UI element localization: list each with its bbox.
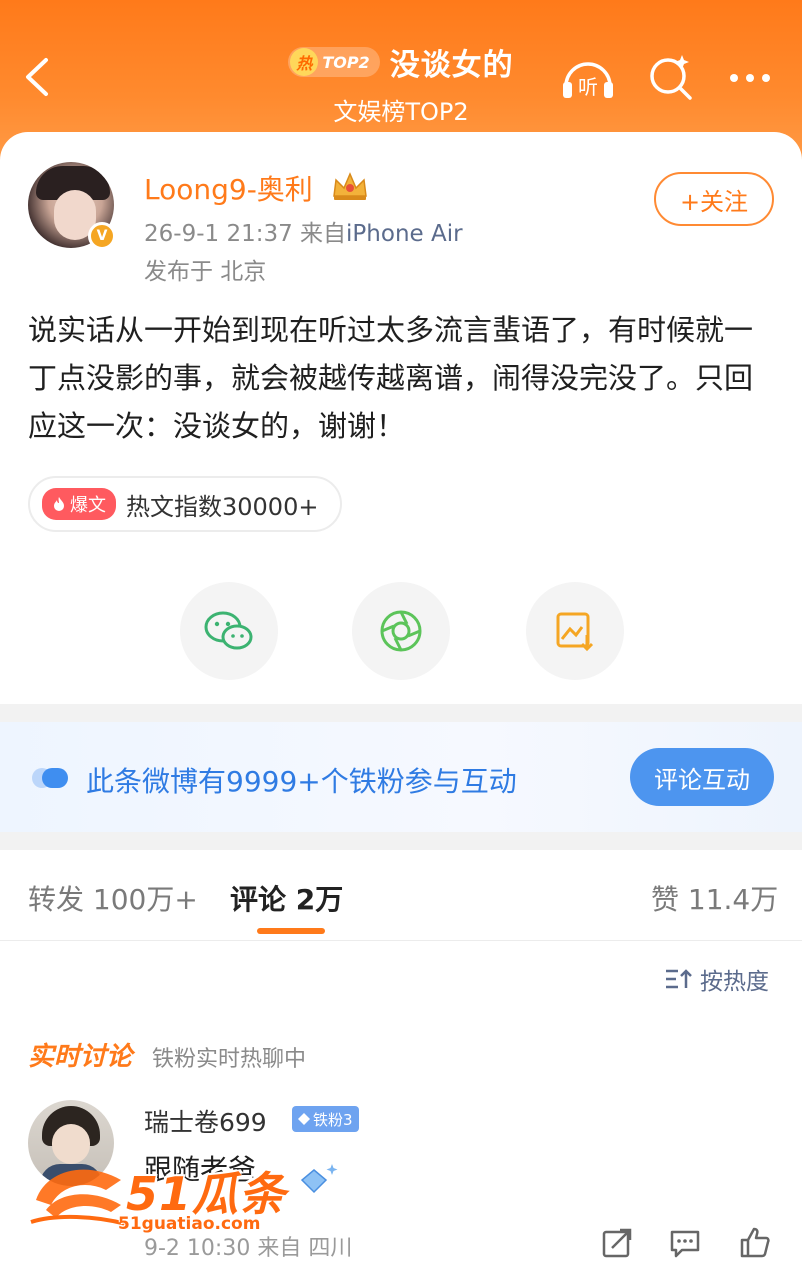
page-title: 没谈女的	[389, 48, 514, 83]
section-divider	[0, 704, 802, 722]
comment-interact-button[interactable]: 评论互动	[630, 748, 774, 806]
share-moments-button[interactable]	[352, 582, 450, 680]
tab-divider	[0, 940, 802, 941]
share-wechat-button[interactable]	[180, 582, 278, 680]
post-source[interactable]: iPhone Air	[346, 221, 463, 247]
save-image-icon	[556, 612, 594, 652]
section-divider	[0, 832, 802, 850]
post-body: 说实话从一开始到现在听过太多流言蜚语了，有时候就一丁点没影的事，就会被越传越离谱…	[28, 313, 754, 443]
fan-level-badge: 铁粉3	[292, 1106, 359, 1132]
save-image-button[interactable]	[526, 582, 624, 680]
hot-article-badge: 爆文	[42, 488, 116, 520]
fans-banner-text: 此条微博有9999+个铁粉参与互动	[86, 765, 517, 798]
post-location: 发布于 北京	[144, 259, 267, 285]
content-card	[0, 132, 802, 172]
crown-icon	[333, 172, 367, 200]
more-icon[interactable]	[722, 50, 782, 106]
like-icon[interactable]	[738, 1226, 772, 1260]
moments-icon	[380, 610, 422, 652]
hot-article-tag[interactable]: 爆文 热文指数30000+	[28, 476, 343, 532]
wechat-icon	[204, 611, 253, 650]
repost-icon[interactable]	[600, 1226, 634, 1260]
reply-icon[interactable]	[668, 1226, 702, 1260]
sort-by-heat-button[interactable]: 按热度	[664, 962, 769, 996]
watermark-url: 51guatiao.com	[118, 1214, 261, 1234]
commenter-name[interactable]: 瑞士卷699	[144, 1103, 267, 1139]
hot-icon: 热	[290, 48, 319, 76]
diamond-icon	[298, 1113, 310, 1125]
svg-text:听: 听	[578, 75, 598, 99]
tab-repost[interactable]: 转发 100万+	[28, 878, 198, 918]
tab-comment[interactable]: 评论 2万	[230, 878, 343, 918]
post-meta: 26-9-1 21:37 来自iPhone Air	[144, 221, 463, 247]
fans-pill-icon	[32, 768, 68, 788]
author-name[interactable]: Loong9-奥利	[144, 168, 313, 208]
fans-interaction-banner[interactable]: 此条微博有9999+个铁粉参与互动 评论互动	[0, 722, 802, 832]
flame-icon	[54, 497, 64, 511]
hot-rank-badge: 热 TOP2	[288, 47, 380, 77]
realtime-discussion-subtitle: 铁粉实时热聊中	[152, 1047, 307, 1072]
search-icon[interactable]	[640, 50, 700, 106]
follow-button[interactable]: +关注	[654, 172, 774, 226]
tab-like[interactable]: 赞 11.4万	[651, 878, 778, 918]
verified-badge: V	[88, 222, 116, 250]
sort-icon	[666, 969, 692, 989]
realtime-discussion-title: 实时讨论	[28, 1042, 133, 1072]
active-tab-indicator	[257, 928, 325, 934]
listen-icon[interactable]: 听	[558, 50, 618, 106]
